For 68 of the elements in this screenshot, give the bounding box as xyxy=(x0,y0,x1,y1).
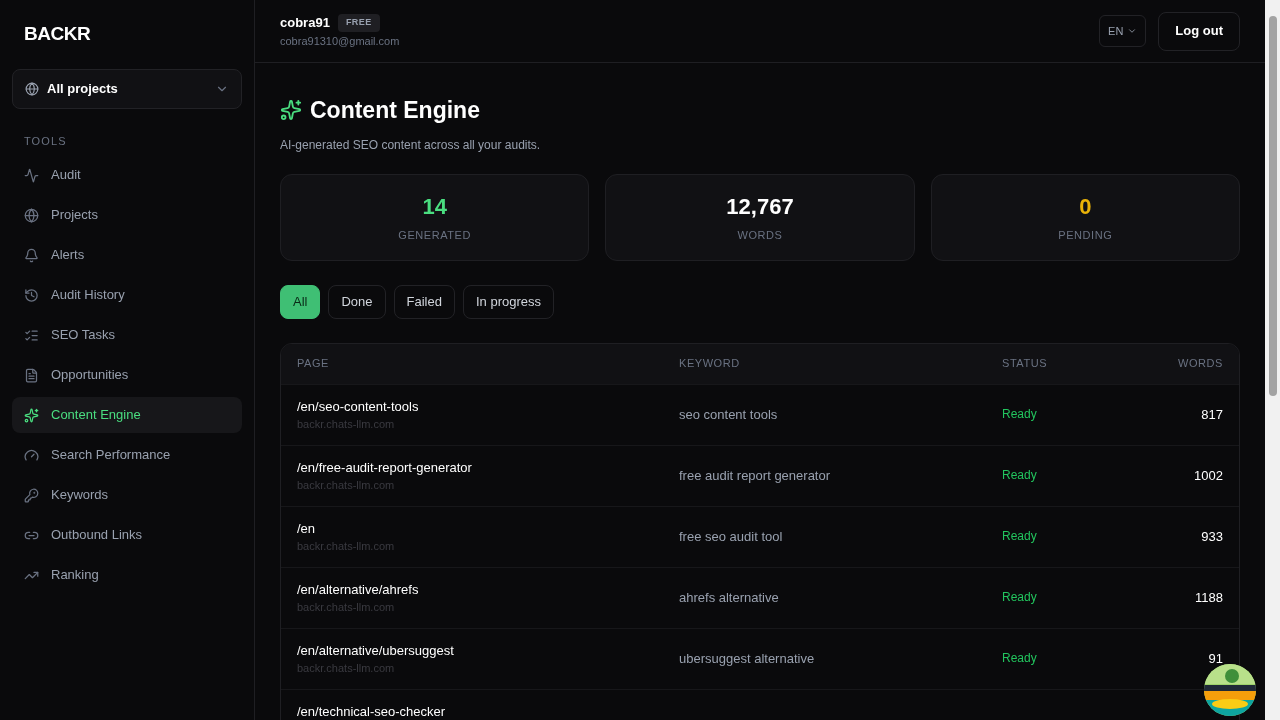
page-path: /en/seo-content-tools xyxy=(297,397,420,416)
filter-tab[interactable]: Failed xyxy=(393,284,455,319)
page-path: /en/alternative/ahrefs xyxy=(297,580,420,599)
status-label: Ready xyxy=(1002,649,1038,667)
page-subtitle: AI-generated SEO content across all your audits. xyxy=(280,136,542,154)
filter-tab[interactable]: In progress xyxy=(462,284,554,319)
sparkles-icon xyxy=(24,407,39,423)
page-path: /en/technical-seo-checker xyxy=(297,702,447,720)
sidebar-item[interactable]: Audit xyxy=(12,157,242,193)
page-title: Content Engine xyxy=(310,96,480,125)
stat-value: 14 xyxy=(422,193,447,222)
sidebar-item[interactable]: Alerts xyxy=(12,237,242,273)
sidebar-item[interactable]: SEO Tasks xyxy=(12,317,242,353)
status-label: Ready xyxy=(1002,527,1038,545)
checklist-icon xyxy=(24,327,39,343)
column-header: STATUS xyxy=(1002,356,1049,372)
keyword-cell-text: free seo audit tool xyxy=(679,527,784,546)
keyword-cell-text: ahrefs alternative xyxy=(679,588,780,607)
history-icon xyxy=(24,287,39,303)
sidebar-item[interactable]: Opportunities xyxy=(12,357,242,393)
filter-tab[interactable]: Done xyxy=(328,284,386,319)
gauge-icon xyxy=(24,447,39,463)
word-count: 933 xyxy=(1201,527,1223,546)
keyword-cell-text: seo content tools xyxy=(679,405,779,424)
column-header: WORDS xyxy=(1178,356,1223,372)
column-header: PAGE xyxy=(297,356,330,372)
word-count: 1002 xyxy=(1194,466,1223,485)
sidebar-item[interactable]: Keywords xyxy=(12,477,242,513)
status-label: Ready xyxy=(1002,588,1038,606)
word-count: 817 xyxy=(1201,405,1223,424)
stat-value: 0 xyxy=(1079,193,1092,222)
stat-label: PENDING xyxy=(1058,228,1113,244)
status-label: Ready xyxy=(1002,466,1038,484)
user-name: cobra91 xyxy=(280,14,330,32)
globe-icon xyxy=(24,207,39,223)
page-path: /en/free-audit-report-generator xyxy=(297,458,473,477)
project-select[interactable]: All projects xyxy=(12,68,242,109)
word-count: 1188 xyxy=(1195,588,1223,607)
bell-icon xyxy=(24,247,39,263)
word-count: 91 xyxy=(1208,649,1223,668)
section-label: TOOLS xyxy=(23,133,68,149)
sidebar-item[interactable]: Search Performance xyxy=(12,437,242,473)
page-path: /en/alternative/ubersuggest xyxy=(297,641,455,660)
status-label: Ready xyxy=(1002,405,1038,423)
pulse-icon xyxy=(24,167,39,183)
user-email: cobra91310@gmail.com xyxy=(280,33,401,49)
sidebar-item[interactable]: Content Engine xyxy=(12,397,242,433)
language-select[interactable]: EN xyxy=(1099,15,1147,47)
keyword-cell-text: free audit report generator xyxy=(679,466,832,485)
sidebar-item[interactable]: Ranking xyxy=(12,557,242,593)
filter-tab[interactable]: All xyxy=(280,284,321,319)
logout-button[interactable]: Log out xyxy=(1158,11,1240,51)
plan-badge: FREE xyxy=(337,14,380,32)
stat-value: 12,767 xyxy=(726,193,794,222)
stat-label: GENERATED xyxy=(398,228,471,244)
sparkles-icon xyxy=(280,99,302,122)
key-icon xyxy=(24,487,39,503)
brand-logo: BACKR xyxy=(23,22,92,46)
keyword-cell-text: ubersuggest alternative xyxy=(679,649,816,668)
column-header: KEYWORD xyxy=(679,356,741,372)
stat-label: WORDS xyxy=(737,228,783,244)
page-path: /en xyxy=(297,519,317,538)
chevron-icon xyxy=(1127,26,1138,36)
document-icon xyxy=(24,367,39,383)
sidebar-item[interactable]: Audit History xyxy=(12,277,242,313)
sidebar-item[interactable]: Outbound Links xyxy=(12,517,242,553)
sidebar-item[interactable]: Projects xyxy=(12,197,242,233)
globe-icon xyxy=(25,81,39,96)
